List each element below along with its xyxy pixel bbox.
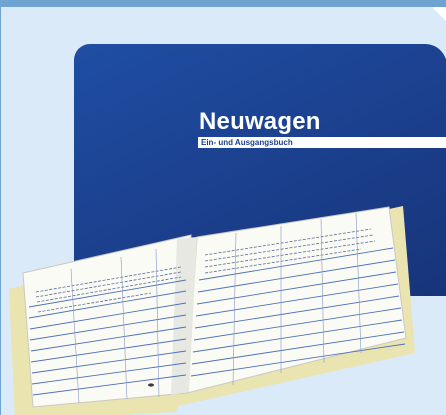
left-page bbox=[22, 234, 192, 408]
product-card: Neuwagen Ein- und Ausgangsbuch bbox=[0, 0, 446, 415]
binding-hole bbox=[148, 383, 154, 387]
open-ledger-book bbox=[9, 206, 415, 415]
